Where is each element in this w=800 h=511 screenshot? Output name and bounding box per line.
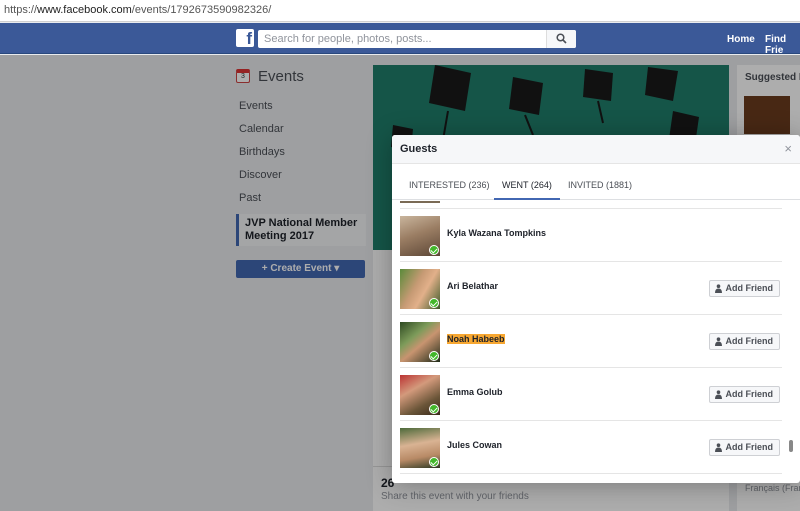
close-icon[interactable]: ×	[784, 141, 792, 156]
add-friend-button[interactable]: Add Friend	[708, 439, 780, 456]
search-placeholder: Search for people, photos, posts...	[264, 33, 432, 45]
guest-tabs: INTERESTED (236) WENT (264) INVITED (188…	[392, 172, 800, 200]
tab-invited[interactable]: INVITED (1881)	[568, 180, 632, 200]
guest-list[interactable]: Kyla Wazana Tompkins Ari Belathar Add Fr…	[392, 201, 800, 483]
add-friend-icon	[714, 284, 722, 293]
add-friend-button[interactable]: Add Friend	[708, 333, 780, 350]
avatar[interactable]	[400, 269, 440, 309]
nav-find-friends-link[interactable]: Find Frie	[765, 34, 800, 56]
list-item: Noah Habeeb Add Friend	[400, 315, 782, 368]
avatar[interactable]	[400, 428, 440, 468]
dialog-title: Guests	[400, 143, 438, 155]
add-friend-icon	[714, 390, 722, 399]
search-input[interactable]: Search for people, photos, posts...	[258, 30, 576, 48]
guest-name[interactable]: Ari Belathar	[447, 281, 498, 291]
guest-name[interactable]: Jules Cowan	[447, 440, 502, 450]
facebook-logo-icon[interactable]: f	[236, 29, 254, 48]
guests-dialog: Guests × INTERESTED (236) WENT (264) INV…	[392, 135, 800, 483]
dialog-header: Guests ×	[392, 135, 800, 164]
list-item: Emma Golub Add Friend	[400, 368, 782, 421]
guest-name[interactable]: Emma Golub	[447, 387, 503, 397]
search-button[interactable]	[546, 30, 576, 48]
list-item	[400, 201, 782, 209]
list-item: Kyla Wazana Tompkins	[400, 209, 782, 262]
guest-name[interactable]: Kyla Wazana Tompkins	[447, 228, 546, 238]
scrollbar-thumb[interactable]	[789, 440, 793, 452]
went-check-icon	[429, 351, 439, 361]
avatar[interactable]	[400, 201, 440, 203]
avatar[interactable]	[400, 375, 440, 415]
tab-interested[interactable]: INTERESTED (236)	[409, 180, 490, 200]
went-check-icon	[429, 404, 439, 414]
went-check-icon	[429, 298, 439, 308]
avatar[interactable]	[400, 322, 440, 362]
avatar[interactable]	[400, 216, 440, 256]
facebook-top-bar: f Search for people, photos, posts... Ho…	[0, 23, 800, 56]
guest-name-highlighted[interactable]: Noah Habeeb	[447, 334, 505, 344]
list-item: Jules Cowan Add Friend	[400, 421, 782, 474]
add-friend-icon	[714, 443, 722, 452]
add-friend-button[interactable]: Add Friend	[708, 386, 780, 403]
search-icon	[556, 33, 567, 44]
tab-went[interactable]: WENT (264)	[494, 180, 560, 200]
went-check-icon	[429, 245, 439, 255]
list-item: Ari Belathar Add Friend	[400, 262, 782, 315]
nav-home-link[interactable]: Home	[727, 34, 755, 45]
browser-url-bar[interactable]: https://www.facebook.com/events/17926735…	[0, 0, 800, 22]
add-friend-icon	[714, 337, 722, 346]
went-check-icon	[429, 457, 439, 467]
url-text: https://www.facebook.com/events/17926735…	[4, 4, 272, 16]
add-friend-button[interactable]: Add Friend	[708, 280, 780, 297]
